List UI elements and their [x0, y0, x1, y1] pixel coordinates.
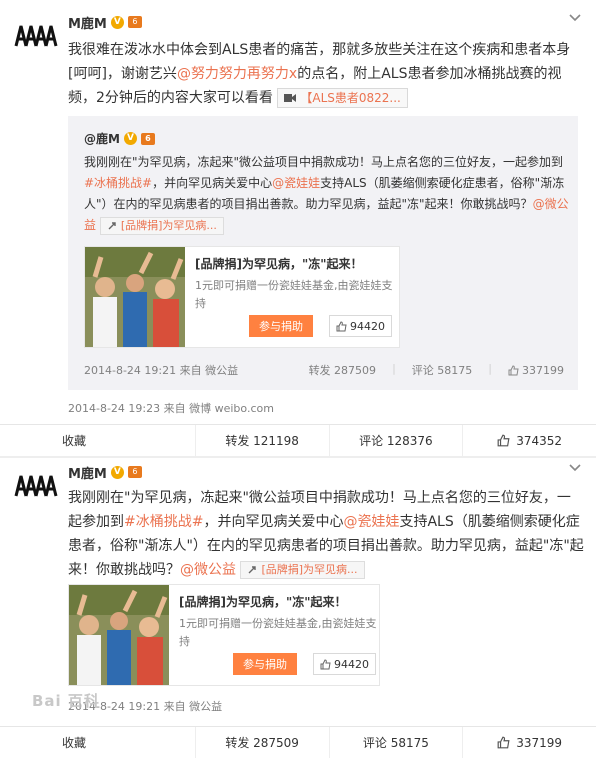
verified-badge-icon: V: [110, 15, 124, 29]
campaign-photo: [69, 585, 169, 685]
web-link-label: [品牌捐]为罕见病...: [120, 219, 217, 232]
author-name[interactable]: M鹿M: [68, 463, 107, 482]
like-button[interactable]: 337199: [462, 727, 596, 758]
video-icon: [284, 94, 297, 102]
quoted-text: 我刚刚在"为罕见病，冻起来"微公益项目中捐款成功！马上点名您的三位好友，一起参加…: [84, 152, 570, 236]
avatar-image: [12, 462, 60, 510]
favorite-button[interactable]: 收藏: [0, 425, 195, 456]
repost-button[interactable]: 转发 121198: [194, 425, 329, 456]
quoted-repost-link[interactable]: 转发 287509: [309, 362, 377, 378]
thumbs-up-icon: [320, 658, 331, 669]
thumbs-up-icon: [508, 364, 519, 375]
web-link-label: [品牌捐]为罕见病...: [261, 563, 358, 576]
verified-badge-icon: V: [110, 465, 124, 479]
like-count: 374352: [516, 433, 563, 448]
repost-button[interactable]: 转发 287509: [194, 727, 329, 758]
quoted-like-count: 337199: [522, 363, 564, 377]
hashtag-link[interactable]: #冰桶挑战#: [84, 176, 152, 190]
post-action-bar: 收藏 转发 287509 评论 58175 337199: [0, 726, 596, 758]
separator: |: [488, 362, 492, 375]
card-like-count: 94420: [350, 319, 385, 333]
level-badge-icon: 6: [140, 132, 155, 145]
mention-link[interactable]: @瓷娃娃: [272, 176, 320, 190]
mention-link[interactable]: @微公益: [180, 562, 236, 578]
mention-link[interactable]: @瓷娃娃: [343, 514, 399, 530]
thumbs-up-icon: [336, 320, 347, 331]
comment-button[interactable]: 评论 58175: [328, 727, 463, 758]
quoted-actions: 转发 287509 | 评论 58175 | 337199: [309, 362, 564, 378]
card-title: [品牌捐]为罕见病，"冻"起来！: [195, 257, 363, 271]
quoted-author[interactable]: @鹿M: [84, 130, 120, 147]
post-text-segment: ，并向罕见病关爱中心: [203, 514, 344, 530]
comment-label: 评论 128376: [359, 434, 433, 448]
crowd-photo-image: [69, 585, 169, 685]
video-link-chip[interactable]: 【ALS患者0822...: [277, 88, 408, 108]
campaign-card[interactable]: [品牌捐]为罕见病，"冻"起来！ 1元即可捐赠一份瓷娃娃基金,由瓷娃娃支持 参与…: [68, 584, 380, 686]
author-name[interactable]: M鹿M: [68, 13, 107, 32]
repost-label: 转发 287509: [225, 736, 299, 750]
donate-button[interactable]: 参与捐助: [233, 653, 297, 675]
card-description: 1元即可捐赠一份瓷娃娃基金,由瓷娃娃支持: [195, 279, 393, 310]
separator: |: [392, 362, 396, 375]
verified-badge-icon: V: [123, 132, 137, 145]
like-button[interactable]: 374352: [462, 425, 596, 456]
avatar-image: [12, 12, 60, 60]
mention-link[interactable]: @努力努力再努力x: [177, 66, 297, 82]
avatar[interactable]: [12, 462, 60, 510]
favorite-label: 收藏: [62, 736, 87, 750]
post-action-bar: 收藏 转发 121198 评论 128376 374352: [0, 424, 596, 456]
quoted-author-row: @鹿M V 6: [84, 130, 155, 147]
card-like-count: 94420: [334, 657, 369, 671]
quoted-text-segment: ，并向罕见病关爱中心: [152, 176, 273, 190]
crowd-photo-image: [85, 247, 185, 347]
post-timestamp[interactable]: 2014-8-24 19:23 来自 微博 weibo.com: [68, 400, 274, 416]
level-badge-icon: 6: [127, 466, 142, 478]
donate-button[interactable]: 参与捐助: [249, 315, 313, 337]
card-description: 1元即可捐赠一份瓷娃娃基金,由瓷娃娃支持: [179, 617, 377, 648]
link-icon: [108, 221, 116, 229]
level-badge-icon: 6: [127, 16, 142, 28]
chevron-down-icon[interactable]: [568, 460, 582, 474]
chevron-down-icon[interactable]: [568, 10, 582, 24]
quoted-text-segment: 我刚刚在"为罕见病，冻起来"微公益项目中捐款成功！马上点名您的三位好友，一起参加…: [84, 155, 564, 169]
author-row: M鹿M V 6: [68, 12, 142, 32]
quoted-comment-link[interactable]: 评论 58175: [412, 362, 473, 378]
hashtag-link[interactable]: #冰桶挑战#: [124, 514, 203, 530]
card-title: [品牌捐]为罕见病，"冻"起来！: [179, 595, 347, 609]
thumbs-up-icon: [497, 434, 510, 447]
video-link-label: 【ALS患者0822...: [300, 91, 401, 105]
favorite-button[interactable]: 收藏: [0, 727, 195, 758]
weibo-post: M鹿M V 6 我很难在泼冰水中体会到ALS患者的痛苦，那就多放些关注在这个疾病…: [0, 0, 596, 456]
comment-button[interactable]: 评论 128376: [328, 425, 463, 456]
comment-label: 评论 58175: [362, 736, 429, 750]
web-link-chip[interactable]: [品牌捐]为罕见病...: [240, 561, 365, 579]
author-row: M鹿M V 6: [68, 462, 142, 482]
avatar[interactable]: [12, 12, 60, 60]
thumbs-up-icon: [497, 736, 510, 749]
favorite-label: 收藏: [62, 434, 87, 448]
campaign-photo: [85, 247, 185, 347]
post-text: 我很难在泼冰水中体会到ALS患者的痛苦，那就多放些关注在这个疾病和患者本身[呵呵…: [68, 38, 584, 110]
quoted-timestamp[interactable]: 2014-8-24 19:21 来自 微公益: [84, 362, 238, 378]
link-icon: [248, 566, 257, 574]
like-count: 337199: [516, 735, 563, 750]
repost-label: 转发 121198: [225, 434, 299, 448]
post-text: 我刚刚在"为罕见病，冻起来"微公益项目中捐款成功！马上点名您的三位好友，一起参加…: [68, 486, 584, 582]
quoted-post[interactable]: @鹿M V 6 我刚刚在"为罕见病，冻起来"微公益项目中捐款成功！马上点名您的三…: [68, 116, 578, 390]
card-like-button[interactable]: 94420: [329, 315, 392, 337]
quoted-like-link[interactable]: 337199: [508, 362, 564, 378]
web-link-chip[interactable]: [品牌捐]为罕见病...: [99, 216, 224, 235]
campaign-card[interactable]: [品牌捐]为罕见病，"冻"起来！ 1元即可捐赠一份瓷娃娃基金,由瓷娃娃支持 参与…: [84, 246, 400, 348]
card-like-button[interactable]: 94420: [313, 653, 376, 675]
baike-watermark: Bai 百科: [32, 692, 100, 710]
weibo-post: M鹿M V 6 我刚刚在"为罕见病，冻起来"微公益项目中捐款成功！马上点名您的三…: [0, 458, 596, 758]
